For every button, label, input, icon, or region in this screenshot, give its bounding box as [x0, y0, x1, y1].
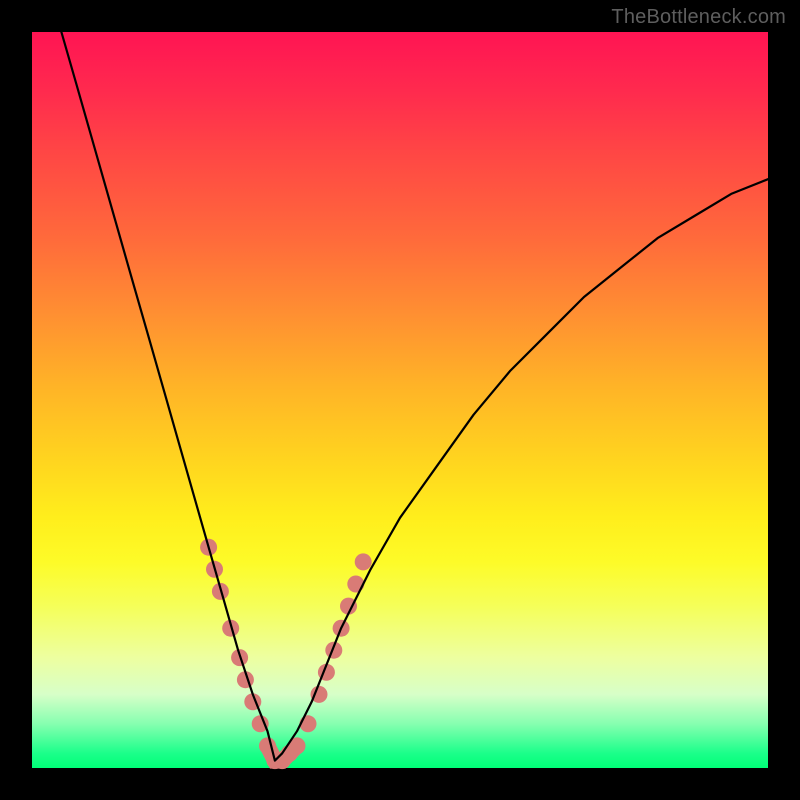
- curve-marker: [355, 553, 372, 570]
- watermark-text: TheBottleneck.com: [611, 6, 786, 29]
- marker-group: [200, 539, 372, 769]
- curve-layer: [32, 32, 768, 768]
- curve-marker: [347, 576, 364, 593]
- chart-frame: TheBottleneck.com: [0, 0, 800, 800]
- curve-marker: [300, 715, 317, 732]
- bottleneck-curve: [61, 32, 768, 761]
- plot-area: [32, 32, 768, 768]
